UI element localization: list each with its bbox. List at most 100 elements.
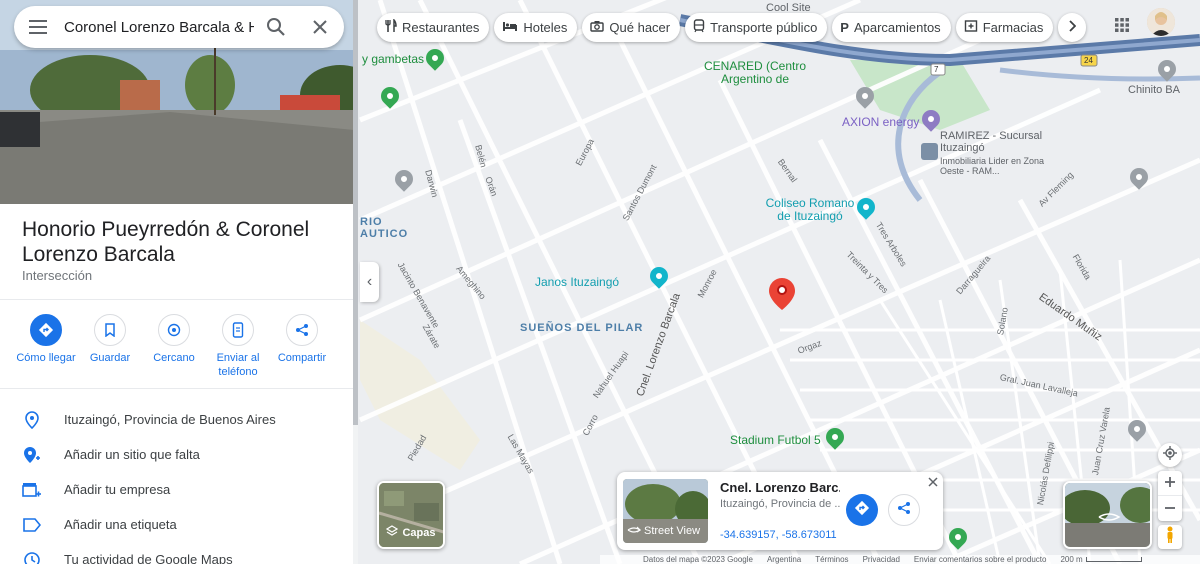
collapse-panel-button[interactable]: ‹ (360, 262, 379, 302)
route-badge-7: 7 (934, 65, 939, 74)
chip-hotels[interactable]: Hoteles (494, 13, 578, 42)
street-view-icon (627, 524, 642, 537)
poi-label-janos[interactable]: Janos Ituzaingó (535, 275, 619, 289)
my-location-button[interactable] (1158, 443, 1182, 467)
search-icon[interactable] (254, 17, 298, 37)
share-button[interactable]: Compartir (270, 314, 334, 379)
card-directions-button[interactable] (846, 494, 878, 526)
directions-icon (30, 314, 62, 346)
chip-label: Restaurantes (402, 20, 480, 35)
info-row-label: Añadir una etiqueta (64, 517, 177, 532)
add-business-icon (0, 482, 64, 498)
footer-copyright: Datos del mapa ©2023 Google (643, 555, 753, 564)
map-scale[interactable]: 200 m (1060, 555, 1142, 564)
map-footer: Datos del mapa ©2023 Google Argentina Té… (600, 555, 1200, 564)
menu-icon[interactable] (14, 20, 64, 34)
poi-marker-ramirez[interactable] (921, 143, 938, 160)
chip-label: Transporte público (710, 20, 818, 35)
info-row-label: Añadir tu empresa (64, 482, 171, 497)
chip-transit[interactable]: Transporte público (685, 13, 828, 42)
zoom-out-button[interactable] (1158, 496, 1182, 521)
info-row-add-label[interactable]: Añadir una etiqueta (0, 507, 354, 542)
card-share-button[interactable] (888, 494, 920, 526)
chip-label: Hoteles (523, 20, 568, 35)
street-view-preview[interactable] (1063, 481, 1152, 549)
area-label: RIO AUTICO (360, 216, 409, 240)
footer-terms-link[interactable]: Términos (815, 555, 848, 564)
side-panel: Honorio Pueyrredón & Coronel Lorenzo Bar… (0, 0, 354, 564)
street-view-label: Street View (644, 524, 701, 537)
info-row-label: Añadir un sitio que falta (64, 447, 200, 462)
footer-privacy-link[interactable]: Privacidad (863, 555, 900, 564)
nearby-button[interactable]: Cercano (142, 314, 206, 379)
poi-label-inmobiliaria[interactable]: Inmobiliaria Lider en Zona Oeste - RAM..… (940, 156, 1045, 176)
poi-label-axion[interactable]: AXION energy (842, 115, 919, 129)
scrollbar-thumb[interactable] (353, 0, 358, 425)
apps-grid-icon[interactable] (1108, 11, 1136, 39)
poi-label-coliseo[interactable]: Coliseo Romano de Ituzaingó (765, 197, 855, 223)
info-row-activity[interactable]: Tu actividad de Google Maps (0, 542, 354, 564)
add-place-icon (0, 446, 64, 464)
panel-scrollbar[interactable] (353, 0, 358, 564)
layers-label: Capas (402, 526, 436, 539)
divider (0, 388, 354, 389)
action-bar: Cómo llegar Guardar Cercano Enviar al te… (14, 314, 344, 379)
zoom-control (1158, 471, 1182, 521)
minus-icon (1165, 500, 1175, 518)
poi-label-chinito[interactable]: Chinito BA (1128, 84, 1180, 96)
poi-label-gambetas[interactable]: y gambetas (362, 52, 424, 66)
footer-feedback-link[interactable]: Enviar comentarios sobre el producto (914, 555, 1047, 564)
send-to-phone-button[interactable]: Enviar al teléfono (206, 314, 270, 379)
share-icon (897, 501, 911, 520)
poi-label-cenared[interactable]: CENARED (Centro Argentino de (700, 60, 810, 86)
place-type: Intersección (22, 268, 93, 283)
chip-parking[interactable]: P Aparcamientos (832, 13, 951, 42)
scale-bar (1085, 557, 1142, 562)
card-close-icon[interactable] (926, 475, 940, 489)
chip-restaurants[interactable]: Restaurantes (377, 13, 490, 42)
chevron-left-icon: ‹ (366, 273, 373, 290)
category-chips: Restaurantes Hoteles Qué hacer Transport… (377, 13, 1087, 42)
send-to-phone-icon (222, 314, 254, 346)
directions-icon (854, 500, 870, 521)
avatar[interactable] (1147, 8, 1175, 36)
selected-location-pin[interactable] (769, 278, 795, 310)
place-title: Honorio Pueyrredón & Coronel Lorenzo Bar… (22, 218, 310, 266)
chips-next-button[interactable] (1058, 13, 1087, 42)
info-row-label: Tu actividad de Google Maps (64, 552, 233, 564)
pegman-button[interactable] (1158, 525, 1182, 549)
card-title[interactable]: Cnel. Lorenzo Barc... (720, 480, 840, 495)
search-input[interactable] (64, 18, 254, 36)
restaurant-icon (385, 18, 397, 36)
directions-button[interactable]: Cómo llegar (14, 314, 78, 379)
footer-country[interactable]: Argentina (767, 555, 801, 564)
info-row-add-business[interactable]: Añadir tu empresa (0, 472, 354, 507)
chevron-right-icon (1068, 20, 1077, 35)
pegman-icon (1165, 526, 1175, 549)
info-row-add-place[interactable]: Añadir un sitio que falta (0, 437, 354, 472)
street-view-thumbnail[interactable]: Street View (623, 479, 708, 543)
hotel-icon (502, 20, 518, 35)
camera-icon (590, 20, 605, 35)
share-icon (286, 314, 318, 346)
chip-pharmacies[interactable]: Farmacias (955, 13, 1054, 42)
close-icon[interactable] (298, 20, 342, 34)
location-card: Street View Cnel. Lorenzo Barc... Ituzai… (617, 472, 943, 550)
plus-icon (1165, 474, 1175, 492)
chip-label: Qué hacer (609, 20, 671, 35)
layers-button[interactable]: Capas (377, 481, 445, 549)
area-label: SUEÑOS DEL PILAR (520, 322, 644, 334)
zoom-in-button[interactable] (1158, 471, 1182, 496)
scale-label: 200 m (1060, 555, 1083, 564)
save-button[interactable]: Guardar (78, 314, 142, 379)
poi-label-stadium[interactable]: Stadium Futbol 5 (730, 433, 821, 447)
poi-label-ramirez[interactable]: RAMIREZ - Sucursal Ituzaingó (940, 130, 1050, 154)
chip-things-to-do[interactable]: Qué hacer (582, 13, 681, 42)
location-pin-icon (0, 410, 64, 429)
info-row-address[interactable]: Ituzaingó, Provincia de Buenos Aires (0, 402, 354, 437)
card-coordinates[interactable]: -34.639157, -58.673011 (720, 529, 837, 541)
history-icon (0, 551, 64, 564)
nearby-icon (158, 314, 190, 346)
pharmacy-icon (964, 19, 978, 36)
action-label: Guardar (89, 352, 131, 364)
